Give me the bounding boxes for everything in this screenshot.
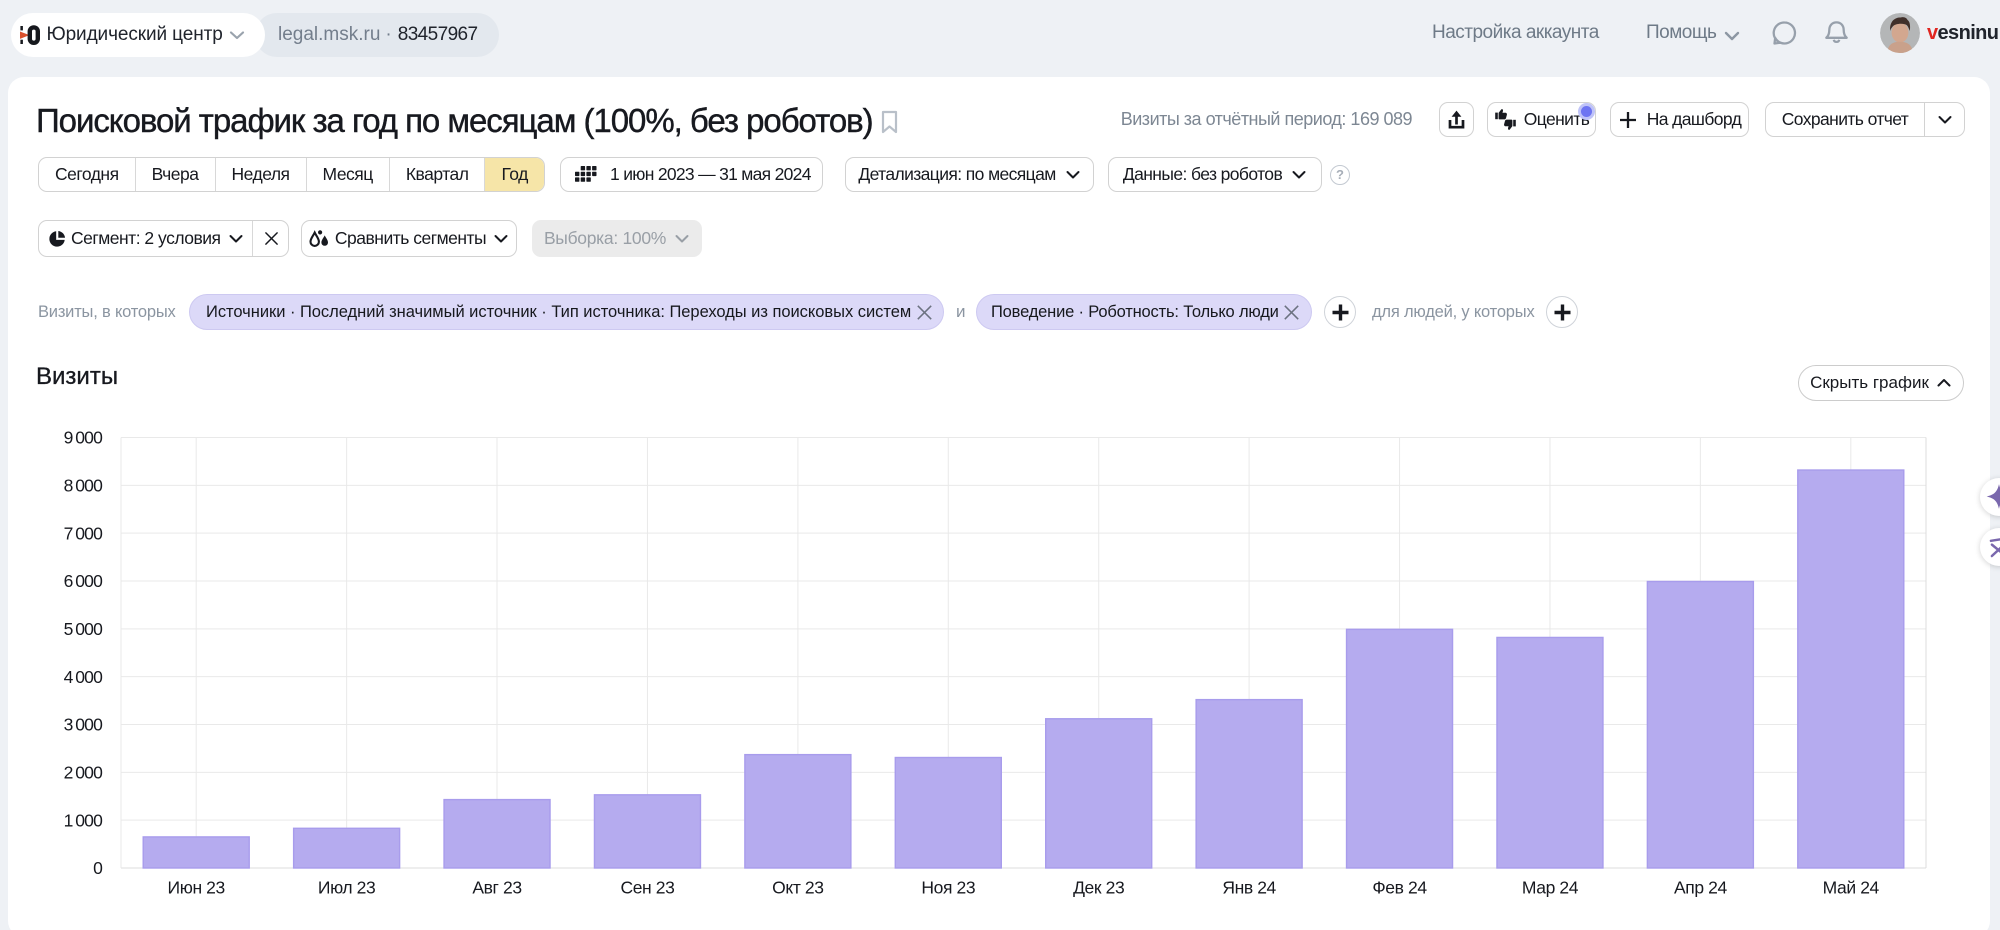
svg-text:0: 0 [93, 858, 103, 878]
svg-text:8 000: 8 000 [64, 476, 104, 496]
svg-text:9 000: 9 000 [64, 428, 104, 448]
svg-text:Сен 23: Сен 23 [620, 878, 674, 898]
svg-text:Ноя 23: Ноя 23 [921, 878, 975, 898]
svg-text:Авг 23: Авг 23 [472, 878, 521, 898]
svg-text:Янв 24: Янв 24 [1222, 878, 1276, 898]
svg-text:Окт 23: Окт 23 [772, 878, 823, 898]
svg-text:Июн 23: Июн 23 [168, 878, 225, 898]
svg-text:Фев 24: Фев 24 [1372, 878, 1427, 898]
svg-text:7 000: 7 000 [64, 523, 104, 543]
svg-text:1 000: 1 000 [64, 810, 104, 830]
svg-text:2 000: 2 000 [64, 763, 104, 783]
svg-text:Дек 23: Дек 23 [1073, 878, 1124, 898]
svg-text:Мар 24: Мар 24 [1522, 878, 1579, 898]
svg-text:5 000: 5 000 [64, 619, 104, 639]
svg-text:Апр 24: Апр 24 [1674, 878, 1727, 898]
svg-text:3 000: 3 000 [64, 715, 104, 735]
svg-text:Май 24: Май 24 [1823, 878, 1880, 898]
svg-text:Июл 23: Июл 23 [318, 878, 375, 898]
svg-text:6 000: 6 000 [64, 571, 104, 591]
svg-text:4 000: 4 000 [64, 667, 104, 687]
